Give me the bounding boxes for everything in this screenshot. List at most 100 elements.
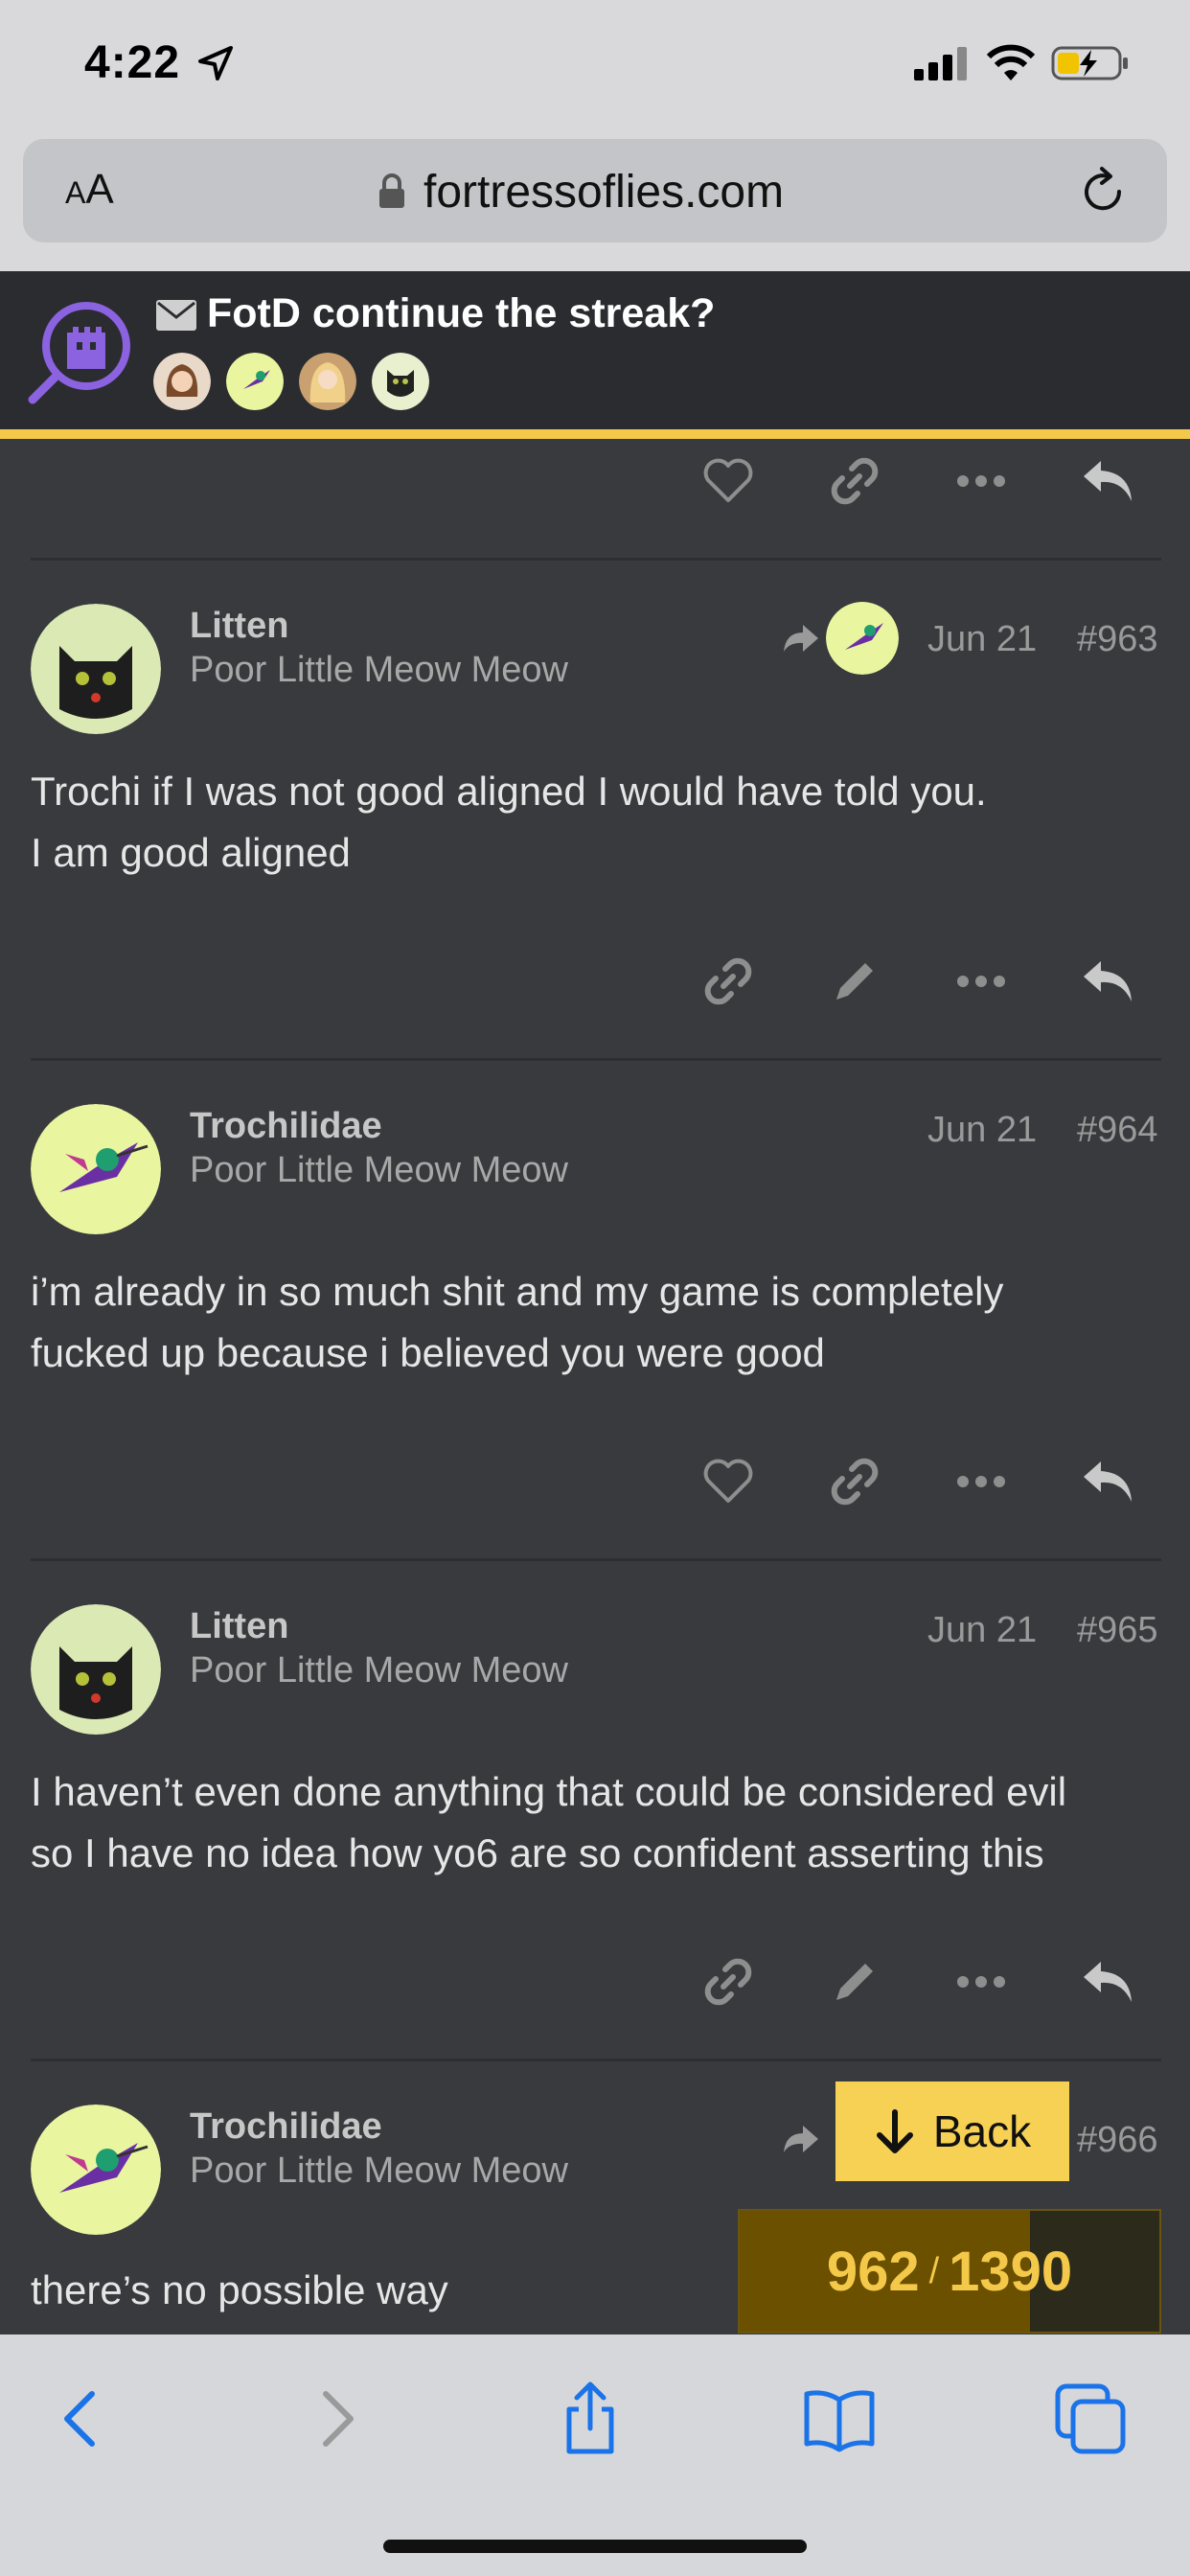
more-dots-icon [957, 475, 1005, 487]
post-actions [665, 1453, 1171, 1510]
user-title: Poor Little Meow Meow [190, 1650, 568, 1690]
reply-arrow-icon [1084, 961, 1132, 1001]
username[interactable]: Litten [190, 1606, 288, 1647]
link-icon [831, 457, 879, 505]
reply-to-arrow-icon [784, 625, 818, 652]
progress-text: 962 / 1390 [826, 2240, 1073, 2303]
wifi-icon [987, 44, 1035, 80]
post-body: i’m already in so much shit and my game … [31, 1269, 1004, 1375]
heart-icon [703, 458, 753, 502]
user-avatar[interactable] [31, 1104, 161, 1234]
post-actions [665, 953, 1171, 1010]
participant-avatar[interactable] [372, 353, 429, 410]
username[interactable]: Trochilidae [190, 1106, 382, 1147]
user-title: Poor Little Meow Meow [190, 650, 568, 690]
participant-avatar[interactable] [226, 353, 284, 410]
post-date[interactable]: Jun 21 [927, 1610, 1037, 1651]
browser-address-area: AA fortressoflies.com [0, 129, 1190, 271]
participant-avatar[interactable] [299, 353, 356, 410]
battery-charging-icon [1051, 46, 1128, 80]
cellular-signal-icon [914, 47, 967, 80]
arrow-down-icon [876, 2109, 913, 2153]
browser-toolbar [0, 2334, 1190, 2576]
participant-avatar[interactable] [153, 353, 211, 410]
post-number[interactable]: #963 [1077, 619, 1158, 660]
share-icon[interactable] [552, 2380, 629, 2457]
reply-arrow-icon [1084, 461, 1132, 501]
copy-link-button[interactable] [665, 953, 791, 1010]
site-logo-icon[interactable] [27, 292, 134, 407]
reply-button[interactable] [1044, 452, 1171, 510]
heart-icon [703, 1459, 753, 1503]
post-body: I haven’t even done anything that could … [31, 1769, 1067, 1875]
copy-link-button[interactable] [791, 1453, 918, 1510]
post-number[interactable]: #965 [1077, 1610, 1158, 1651]
reload-icon[interactable] [1077, 166, 1129, 218]
forward-chevron-icon[interactable] [297, 2380, 374, 2457]
status-bar: 4:22 [0, 0, 1190, 129]
reply-arrow-icon [1084, 1461, 1132, 1502]
more-dots-icon [957, 976, 1005, 987]
more-options-button[interactable] [918, 1453, 1044, 1510]
like-button[interactable] [665, 452, 791, 510]
participant-avatars [153, 353, 429, 410]
more-options-button[interactable] [918, 953, 1044, 1010]
reply-to-indicator[interactable] [782, 2122, 820, 2156]
user-avatar[interactable] [31, 1604, 161, 1735]
reader-options-button[interactable]: AA [65, 166, 114, 214]
edit-button[interactable] [791, 1953, 918, 2011]
address-bar[interactable]: AA fortressoflies.com [23, 139, 1167, 242]
post-actions [665, 452, 1171, 510]
lock-icon [379, 173, 404, 208]
user-title: Poor Little Meow Meow [190, 1150, 568, 1190]
more-options-button[interactable] [918, 1953, 1044, 2011]
post-divider [31, 558, 1161, 561]
home-indicator [383, 2540, 807, 2553]
location-arrow-icon [198, 46, 233, 80]
reply-button[interactable] [1044, 1953, 1171, 2011]
topic-progress-line [0, 429, 1190, 439]
back-chevron-icon[interactable] [44, 2380, 121, 2457]
post-actions [665, 1953, 1171, 2011]
back-button[interactable]: Back [835, 2082, 1069, 2181]
topic-title[interactable]: FotD continue the streak? [207, 290, 715, 337]
pencil-icon [836, 963, 873, 1000]
edit-button[interactable] [791, 953, 918, 1010]
tabs-icon[interactable] [1052, 2380, 1129, 2457]
more-dots-icon [957, 1976, 1005, 1988]
reply-to-indicator[interactable] [782, 602, 899, 675]
link-icon [831, 1458, 879, 1506]
reply-button[interactable] [1044, 1453, 1171, 1510]
pencil-icon [836, 1964, 873, 2000]
bookmarks-icon[interactable] [801, 2380, 878, 2457]
reply-to-arrow-icon [784, 2126, 818, 2152]
post-divider [31, 1558, 1161, 1561]
status-time: 4:22 [84, 37, 181, 88]
topic-progress[interactable]: 962 / 1390 [738, 2209, 1161, 2334]
link-icon [704, 1958, 752, 2006]
post-divider [31, 1058, 1161, 1061]
reply-button[interactable] [1044, 953, 1171, 1010]
post-number[interactable]: #966 [1077, 2120, 1158, 2161]
post-number[interactable]: #964 [1077, 1110, 1158, 1151]
topic-header: FotD continue the streak? [0, 271, 1190, 434]
user-title: Poor Little Meow Meow [190, 2150, 568, 2191]
reply-arrow-icon [1084, 1962, 1132, 2002]
copy-link-button[interactable] [665, 1953, 791, 2011]
envelope-icon [156, 300, 196, 331]
username[interactable]: Litten [190, 606, 288, 647]
user-avatar[interactable] [31, 604, 161, 734]
user-avatar[interactable] [31, 2104, 161, 2235]
post-divider [31, 2058, 1161, 2061]
post-date[interactable]: Jun 21 [927, 619, 1037, 660]
more-dots-icon [957, 1476, 1005, 1487]
copy-link-button[interactable] [791, 452, 918, 510]
url-text[interactable]: fortressoflies.com [423, 166, 784, 218]
username[interactable]: Trochilidae [190, 2106, 382, 2148]
reply-to-avatar [826, 602, 899, 675]
back-button-label: Back [932, 2106, 1032, 2156]
more-options-button[interactable] [918, 452, 1044, 510]
post-body: Trochi if I was not good aligned I would… [31, 769, 987, 875]
like-button[interactable] [665, 1453, 791, 1510]
post-date[interactable]: Jun 21 [927, 1110, 1037, 1151]
